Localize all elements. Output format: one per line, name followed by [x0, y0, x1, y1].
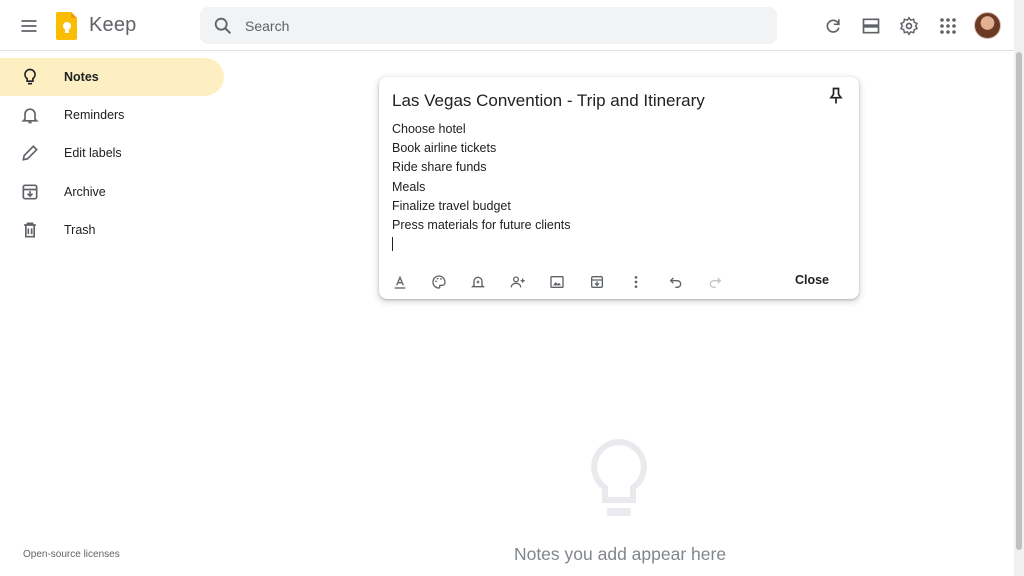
undo-button[interactable] [665, 271, 687, 293]
refresh-icon [826, 19, 840, 33]
main-menu-button[interactable] [13, 10, 45, 42]
background-options-button[interactable] [428, 271, 450, 293]
redo-icon [709, 277, 722, 288]
settings-button[interactable] [896, 13, 922, 39]
sidebar-item-edit-labels[interactable]: Edit labels [0, 134, 224, 172]
sidebar-item-label: Archive [64, 185, 106, 199]
trash-icon [19, 219, 41, 241]
app-title[interactable]: Keep [89, 14, 137, 37]
remind-me-icon [471, 276, 485, 288]
collaborator-icon [510, 276, 525, 288]
formatting-options-button[interactable] [389, 271, 411, 293]
bell-icon [19, 104, 41, 126]
top-bar: Keep Search [0, 0, 1014, 51]
list-view-button[interactable] [858, 13, 884, 39]
pin-note-button[interactable] [826, 86, 846, 106]
add-image-button[interactable] [546, 271, 568, 293]
text-format-icon [394, 275, 406, 289]
google-apps-button[interactable] [935, 13, 961, 39]
collaborator-button[interactable] [507, 271, 529, 293]
archive-icon [19, 181, 41, 203]
sidebar-item-label: Edit labels [64, 146, 122, 160]
close-button[interactable]: Close [785, 273, 839, 291]
note-line[interactable]: Choose hotel [392, 122, 466, 136]
remind-me-button[interactable] [467, 271, 489, 293]
keep-logo-icon[interactable] [56, 11, 78, 41]
pencil-icon [19, 142, 41, 164]
redo-button[interactable] [704, 271, 726, 293]
open-source-licenses-link[interactable]: Open-source licenses [23, 549, 120, 560]
sidebar-item-label: Trash [64, 223, 96, 237]
gear-icon [899, 16, 919, 36]
search-icon[interactable] [212, 15, 234, 37]
archive-icon [591, 276, 603, 288]
note-editor[interactable]: Las Vegas Convention - Trip and Itinerar… [379, 77, 859, 299]
sidebar-item-archive[interactable]: Archive [0, 173, 224, 211]
refresh-button[interactable] [820, 13, 846, 39]
empty-state-message: Notes you add appear here [513, 544, 727, 564]
sidebar-item-label: Notes [64, 70, 99, 84]
add-image-icon [550, 276, 564, 288]
archive-button[interactable] [586, 271, 608, 293]
apps-grid-icon [940, 18, 956, 34]
note-line[interactable]: Press materials for future clients [392, 218, 571, 232]
sidebar-item-reminders[interactable]: Reminders [0, 96, 224, 134]
more-vert-icon [634, 276, 638, 288]
pin-icon [829, 87, 843, 104]
more-button[interactable] [625, 271, 647, 293]
lightbulb-icon [591, 438, 647, 516]
note-line[interactable]: Finalize travel budget [392, 199, 511, 213]
sidebar-item-notes[interactable]: Notes [0, 58, 224, 96]
note-line[interactable]: Meals [392, 180, 425, 194]
account-avatar[interactable] [974, 12, 1001, 39]
sidebar-item-label: Reminders [64, 108, 125, 122]
note-line[interactable]: Book airline tickets [392, 141, 496, 155]
palette-icon [432, 275, 446, 289]
note-line[interactable]: Ride share funds [392, 160, 487, 174]
lightbulb-icon [19, 66, 41, 88]
search-input[interactable]: Search [245, 18, 289, 34]
undo-icon [669, 277, 682, 288]
text-cursor [392, 237, 393, 251]
list-view-icon [862, 18, 880, 34]
note-title[interactable]: Las Vegas Convention - Trip and Itinerar… [392, 91, 705, 111]
hamburger-menu-icon [21, 20, 37, 32]
scrollbar-thumb[interactable] [1016, 52, 1022, 550]
sidebar-item-trash[interactable]: Trash [0, 211, 224, 249]
